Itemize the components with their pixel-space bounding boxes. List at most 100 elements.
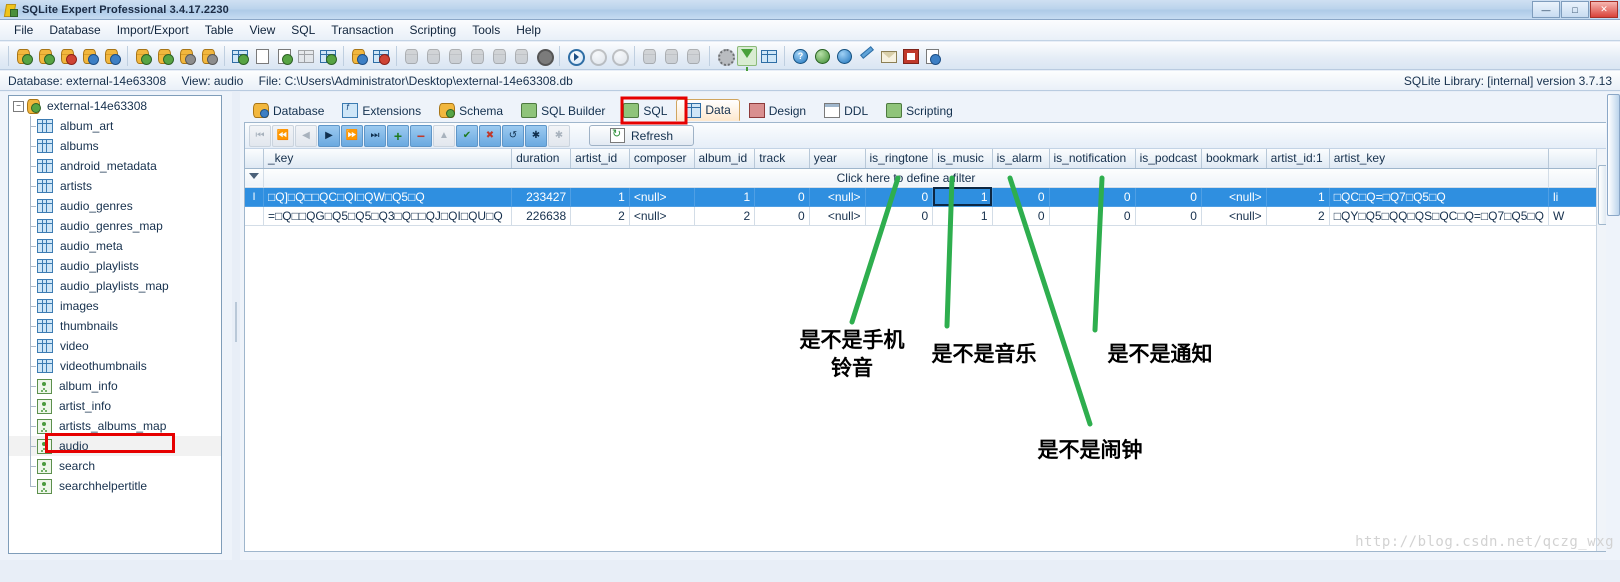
table-row[interactable]: I □Q]□Q□□QC□QI□QW□Q5□Q 233427 1 <null> 1…	[245, 187, 1611, 207]
col-header-album-id[interactable]: album_id	[694, 149, 756, 169]
cell-is-alarm[interactable]: 0	[992, 187, 1050, 207]
col-header-track[interactable]: track	[754, 149, 810, 169]
tree-node-searchhelpertitle[interactable]: searchhelpertitle	[9, 476, 221, 496]
tab-schema[interactable]: Schema	[430, 99, 512, 121]
cell-is-podcast[interactable]: 0	[1135, 206, 1202, 226]
set-null-button[interactable]: ✱	[525, 124, 547, 147]
menu-table[interactable]: Table	[197, 21, 242, 39]
cell-is-music[interactable]: 1	[932, 206, 993, 226]
cell-track[interactable]: 0	[754, 206, 810, 226]
next-record-button[interactable]: ▶	[318, 124, 340, 147]
cell-is-alarm[interactable]: 0	[992, 206, 1050, 226]
col-header-is-notification[interactable]: is_notification	[1049, 149, 1136, 169]
tree-node-audio-playlists[interactable]: audio_playlists	[9, 256, 221, 276]
cell-composer[interactable]: <null>	[629, 187, 695, 207]
menu-scripting[interactable]: Scripting	[402, 21, 465, 39]
refresh-button[interactable]: Refresh	[589, 125, 694, 146]
attach-database-icon[interactable]	[133, 46, 153, 66]
collapse-icon[interactable]: −	[13, 100, 24, 112]
tree-node-root[interactable]: − external-14e63308	[9, 96, 221, 116]
cell-duration[interactable]: 233427	[511, 187, 572, 207]
menu-transaction[interactable]: Transaction	[323, 21, 401, 39]
cell-is-ringtone[interactable]: 0	[865, 187, 934, 207]
tree-node-videothumbnails[interactable]: videothumbnails	[9, 356, 221, 376]
mail-icon[interactable]	[878, 46, 898, 66]
filter-row[interactable]: Click here to define a filter	[245, 168, 1611, 188]
rename-icon[interactable]	[252, 46, 272, 66]
cell-bookmark[interactable]: <null>	[1201, 206, 1267, 226]
support-icon[interactable]	[834, 46, 854, 66]
tree-node-images[interactable]: images	[9, 296, 221, 316]
tree-node-artists[interactable]: artists	[9, 176, 221, 196]
post-edit-button[interactable]: ✔	[456, 124, 478, 147]
window-vertical-scrollbar[interactable]	[1606, 92, 1620, 560]
cell-album-id[interactable]: 2	[694, 206, 756, 226]
tree-node-audio[interactable]: audio	[9, 436, 221, 456]
tree-node-audio-playlists-map[interactable]: audio_playlists_map	[9, 276, 221, 296]
tree-node-audio-meta[interactable]: audio_meta	[9, 236, 221, 256]
table-row[interactable]: =□Q□□QG□Q5□Q5□Q3□Q□□QJ□QI□QU□Q 226638 2 …	[245, 206, 1611, 226]
object-tree[interactable]: − external-14e63308 album_art albums and…	[8, 95, 222, 554]
clear-null-button[interactable]: ✱	[548, 124, 570, 147]
tree-node-thumbnails[interactable]: thumbnails	[9, 316, 221, 336]
register-icon[interactable]	[856, 45, 876, 66]
cell-artist-id[interactable]: 1	[570, 187, 630, 207]
cell-is-podcast[interactable]: 0	[1135, 187, 1202, 207]
first-record-button[interactable]: ⏮	[249, 124, 271, 147]
cell-artist-key[interactable]: □QY□Q5□QQ□QS□QC□Q=□Q7□Q5□Q	[1329, 206, 1550, 226]
tab-database[interactable]: Database	[244, 99, 333, 121]
cell-is-notification[interactable]: 0	[1049, 206, 1136, 226]
tab-extensions[interactable]: Extensions	[333, 99, 430, 121]
cell-composer[interactable]: <null>	[629, 206, 695, 226]
refresh-record-button[interactable]: ↺	[502, 124, 524, 147]
diagram-icon[interactable]	[318, 46, 338, 66]
options-gear-icon[interactable]	[715, 46, 735, 66]
col-header-bookmark[interactable]: bookmark	[1201, 149, 1267, 169]
open-database-icon[interactable]	[14, 46, 34, 66]
tree-node-android-metadata[interactable]: android_metadata	[9, 156, 221, 176]
last-record-button[interactable]: ⏭	[364, 124, 386, 147]
cell-artist-id-1[interactable]: 1	[1266, 187, 1330, 207]
data-grid[interactable]: _key duration artist_id composer album_i…	[245, 149, 1611, 551]
col-header-key[interactable]: _key	[263, 149, 513, 169]
tree-node-audio-genres[interactable]: audio_genres	[9, 196, 221, 216]
cell-year[interactable]: <null>	[809, 187, 866, 207]
new-table-icon[interactable]	[230, 46, 250, 66]
about-icon[interactable]	[922, 46, 942, 66]
import-data-icon[interactable]	[349, 46, 369, 66]
scrollbar-thumb[interactable]	[1607, 94, 1620, 216]
prior-record-button[interactable]: ◀	[295, 124, 317, 147]
help-icon[interactable]: ?	[790, 46, 810, 66]
tab-scripting[interactable]: Scripting	[877, 99, 962, 121]
tab-sql[interactable]: SQL	[614, 99, 676, 121]
cell-key[interactable]: □Q]□Q□□QC□QI□QW□Q5□Q	[263, 187, 513, 207]
maximize-button[interactable]: □	[1561, 1, 1589, 18]
tab-ddl[interactable]: DDL	[815, 99, 877, 121]
export-data-icon[interactable]	[371, 46, 391, 66]
database-info-icon[interactable]	[102, 46, 122, 66]
tree-node-video[interactable]: video	[9, 336, 221, 356]
filter-hint[interactable]: Click here to define a filter	[263, 168, 1550, 188]
filter-funnel-icon[interactable]	[737, 45, 757, 71]
cell-artist-id-1[interactable]: 2	[1266, 206, 1330, 226]
col-header-duration[interactable]: duration	[511, 149, 572, 169]
edit-record-button[interactable]: ▲	[433, 124, 455, 147]
menu-sql[interactable]: SQL	[283, 21, 323, 39]
cell-album-id[interactable]: 1	[694, 187, 756, 207]
menu-help[interactable]: Help	[508, 21, 549, 39]
refresh-schema-icon[interactable]	[274, 46, 294, 66]
tree-node-audio-genres-map[interactable]: audio_genres_map	[9, 216, 221, 236]
menu-view[interactable]: View	[241, 21, 283, 39]
tree-node-artist-info[interactable]: artist_info	[9, 396, 221, 416]
design-table-icon[interactable]	[296, 46, 316, 66]
col-header-composer[interactable]: composer	[629, 149, 695, 169]
compact-database-icon[interactable]	[177, 46, 197, 66]
menu-import-export[interactable]: Import/Export	[109, 21, 197, 39]
close-database-icon[interactable]	[58, 46, 78, 66]
cell-duration[interactable]: 226638	[511, 206, 572, 226]
filter-toggle-icon[interactable]	[245, 168, 264, 188]
new-database-icon[interactable]	[36, 46, 56, 66]
cell-year[interactable]: <null>	[809, 206, 866, 226]
stop-icon[interactable]	[534, 46, 554, 66]
tree-node-albums[interactable]: albums	[9, 136, 221, 156]
